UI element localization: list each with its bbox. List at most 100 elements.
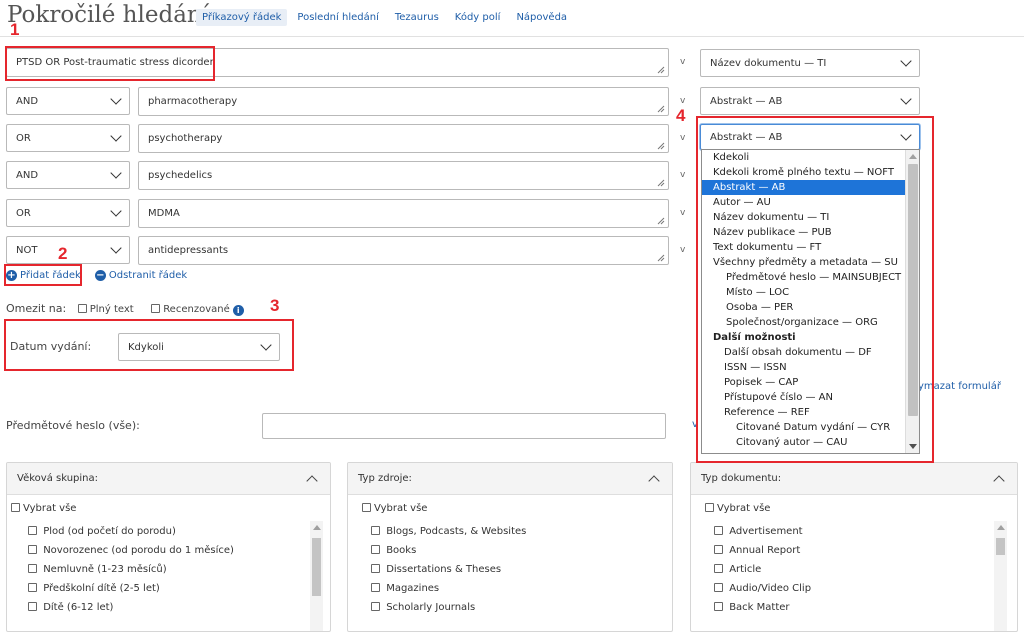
panel-header[interactable]: Typ dokumentu: xyxy=(691,463,1017,495)
resize-grip-icon[interactable] xyxy=(656,65,665,74)
peer-reviewed-option[interactable]: Recenzované i xyxy=(151,304,244,316)
remove-row-label: Odstranit řádek xyxy=(108,270,188,281)
option-label: Plod (od početí do porodu) xyxy=(43,526,176,537)
scrollbar-thumb[interactable] xyxy=(996,538,1005,555)
operator-select-2[interactable]: AND xyxy=(6,87,130,115)
nav-field-codes[interactable]: Kódy polí xyxy=(449,9,507,26)
row-joiner: v xyxy=(680,245,686,255)
operator-select-6[interactable]: NOT xyxy=(6,236,130,264)
callout-number-1: 1 xyxy=(10,20,20,39)
scrollbar[interactable] xyxy=(310,521,323,631)
nav-help[interactable]: Nápověda xyxy=(510,9,573,26)
select-all[interactable]: Vybrat vše xyxy=(348,495,672,522)
limit-to: Omezit na: Plný text Recenzované i xyxy=(6,302,244,316)
callout-number-4: 4 xyxy=(676,106,686,125)
list-item[interactable]: Plod (od početí do porodu) xyxy=(7,522,330,541)
search-term-text: antidepressants xyxy=(148,245,229,256)
list-item[interactable]: Předškolní dítě (2-5 let) xyxy=(7,579,330,598)
callout-box-2 xyxy=(4,264,82,286)
checkbox[interactable] xyxy=(362,503,371,512)
search-term-input-3[interactable]: psychotherapy xyxy=(138,124,669,153)
list-item[interactable]: Article xyxy=(691,560,1017,579)
operator-select-5[interactable]: OR xyxy=(6,199,130,227)
fulltext-option[interactable]: Plný text xyxy=(77,304,134,315)
minus-circle-icon: − xyxy=(94,270,106,281)
panel-header[interactable]: Typ zdroje: xyxy=(348,463,672,495)
resize-grip-icon[interactable] xyxy=(656,216,665,225)
chevron-up-icon[interactable] xyxy=(993,475,1005,487)
checkbox[interactable] xyxy=(714,583,723,592)
chevron-up-icon[interactable] xyxy=(648,475,660,487)
checkbox[interactable] xyxy=(371,602,380,611)
nav-command-line[interactable]: Příkazový řádek xyxy=(196,9,288,26)
checkbox[interactable] xyxy=(28,545,37,554)
list-item[interactable]: Magazines xyxy=(348,579,672,598)
select-all[interactable]: Vybrat vše xyxy=(691,495,1017,522)
scroll-up-arrow-icon[interactable] xyxy=(313,525,321,530)
info-icon[interactable]: i xyxy=(232,305,244,316)
scroll-up-arrow-icon[interactable] xyxy=(997,525,1005,530)
resize-grip-icon[interactable] xyxy=(656,141,665,150)
checkbox[interactable] xyxy=(371,545,380,554)
resize-grip-icon[interactable] xyxy=(656,253,665,262)
callout-box-1 xyxy=(5,46,215,81)
option-label: Scholarly Journals xyxy=(386,602,476,613)
panel-age-group: Věková skupina: Vybrat vše Plod (od poče… xyxy=(6,462,331,632)
checkbox[interactable] xyxy=(28,602,37,611)
list-item[interactable]: Books xyxy=(348,541,672,560)
panel-title: Typ zdroje: xyxy=(358,473,412,484)
operator-value: AND xyxy=(16,169,39,181)
list-item[interactable]: Blogs, Podcasts, & Websites xyxy=(348,522,672,541)
list-item[interactable]: Scholarly Journals xyxy=(348,598,672,617)
row-joiner: v xyxy=(680,170,686,180)
search-term-input-4[interactable]: psychedelics xyxy=(138,161,669,190)
search-term-input-6[interactable]: antidepressants xyxy=(138,236,669,265)
list-item[interactable]: Audio/Video Clip xyxy=(691,579,1017,598)
checkbox[interactable] xyxy=(371,526,380,535)
panel-header[interactable]: Věková skupina: xyxy=(7,463,330,495)
checkbox[interactable] xyxy=(705,503,714,512)
checkbox[interactable] xyxy=(714,545,723,554)
checkbox[interactable] xyxy=(714,564,723,573)
checkbox[interactable] xyxy=(77,304,87,313)
option-label: Annual Report xyxy=(729,545,801,556)
operator-select-3[interactable]: OR xyxy=(6,124,130,152)
operator-select-4[interactable]: AND xyxy=(6,161,130,189)
list-item[interactable]: Nemluvně (1-23 měsíců) xyxy=(7,560,330,579)
scrollbar-thumb[interactable] xyxy=(312,538,321,596)
list-item[interactable]: Annual Report xyxy=(691,541,1017,560)
peer-reviewed-label: Recenzované xyxy=(163,304,230,315)
checkbox[interactable] xyxy=(371,564,380,573)
scrollbar[interactable] xyxy=(994,521,1007,631)
list-item[interactable]: Advertisement xyxy=(691,522,1017,541)
checkbox[interactable] xyxy=(151,304,161,313)
checkbox[interactable] xyxy=(28,526,37,535)
checkbox[interactable] xyxy=(371,583,380,592)
field-select-1[interactable]: Název dokumentu — TI xyxy=(700,49,920,77)
chevron-up-icon[interactable] xyxy=(306,475,318,487)
resize-grip-icon[interactable] xyxy=(656,104,665,113)
checkbox[interactable] xyxy=(714,602,723,611)
field-select-2[interactable]: Abstrakt — AB xyxy=(700,87,920,115)
list-item[interactable]: Back Matter xyxy=(691,598,1017,617)
select-all[interactable]: Vybrat vše xyxy=(7,495,330,522)
list-item[interactable]: Novorozenec (od porodu do 1 měsíce) xyxy=(7,541,330,560)
resize-grip-icon[interactable] xyxy=(656,178,665,187)
checkbox[interactable] xyxy=(28,583,37,592)
list-item[interactable]: Dissertations & Theses xyxy=(348,560,672,579)
nav-thesaurus[interactable]: Tezaurus xyxy=(389,9,445,26)
chevron-down-icon xyxy=(110,130,122,142)
nav-recent-searches[interactable]: Poslední hledání xyxy=(291,9,384,26)
search-term-input-2[interactable]: pharmacotherapy xyxy=(138,87,669,116)
list-item[interactable]: Dítě (6-12 let) xyxy=(7,598,330,617)
operator-value: NOT xyxy=(16,244,38,256)
search-term-input-5[interactable]: MDMA xyxy=(138,199,669,228)
checkbox[interactable] xyxy=(28,564,37,573)
remove-row-link[interactable]: − Odstranit řádek xyxy=(94,270,188,281)
option-label: Audio/Video Clip xyxy=(729,583,812,594)
search-term-text: MDMA xyxy=(148,208,180,219)
checkbox[interactable] xyxy=(714,526,723,535)
subject-input[interactable] xyxy=(262,413,666,439)
checkbox[interactable] xyxy=(11,503,20,512)
option-label: Dissertations & Theses xyxy=(386,564,502,575)
